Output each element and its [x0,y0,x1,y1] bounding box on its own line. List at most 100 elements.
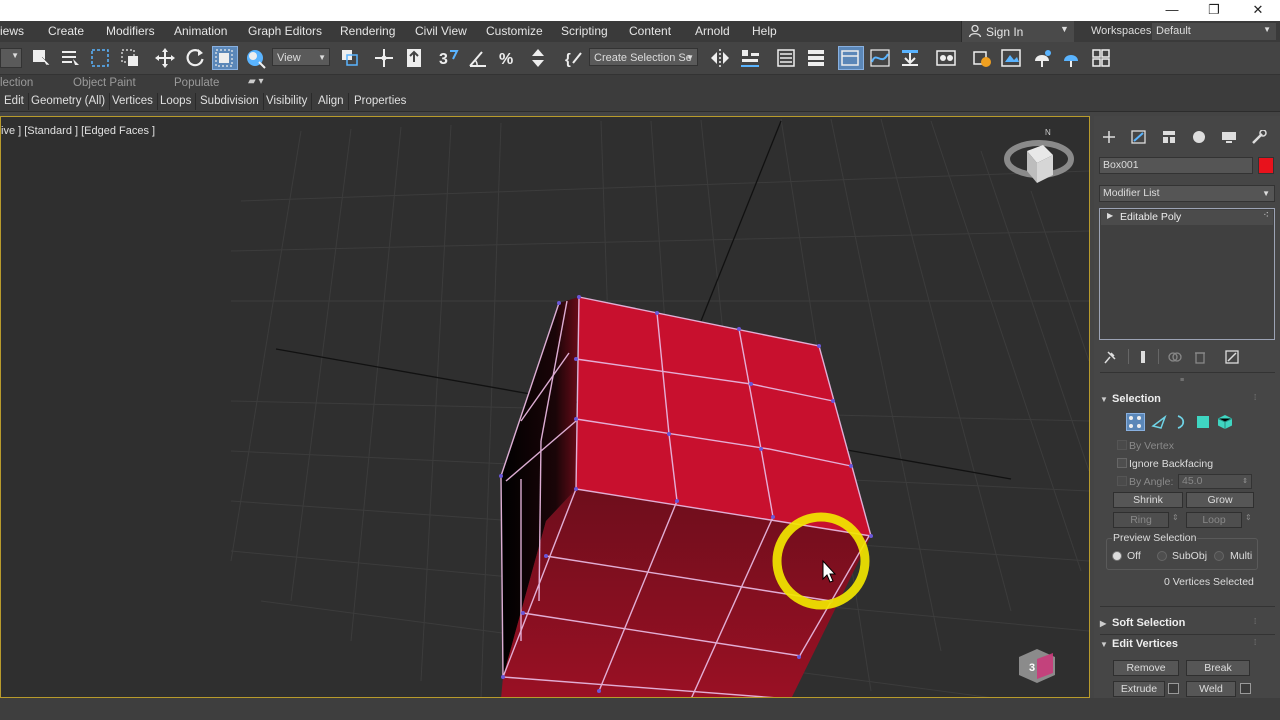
viewcube-icon[interactable]: N [1004,128,1074,183]
select-and-scale-button[interactable] [212,46,238,70]
angle-snap-icon[interactable] [467,47,489,69]
stack-item-editable-poly[interactable]: ▶ Editable Poly ⁖ [1101,210,1273,225]
ring-button[interactable]: Ring [1113,512,1169,528]
pin-options-icon[interactable]: ⁖ [1263,210,1269,221]
by-angle-checkbox[interactable] [1117,476,1127,486]
preview-multi-radio[interactable] [1214,551,1224,561]
menu-create[interactable]: Create [48,24,84,38]
spinner-snap-icon[interactable] [527,47,549,69]
weld-button[interactable]: Weld [1186,681,1236,697]
window-crossing-icon[interactable] [119,47,141,69]
edit-vertices-rollout-header[interactable]: ▼ Edit Vertices [1100,638,1178,650]
pin-stack-icon[interactable] [1102,350,1118,364]
menu-modifiers[interactable]: Modifiers [106,24,155,38]
box001-object[interactable] [499,295,873,698]
render-in-cloud-icon[interactable] [1060,47,1082,69]
extrude-button[interactable]: Extrude [1113,681,1165,697]
remove-modifier-icon[interactable] [1193,350,1207,364]
a360-gallery-icon[interactable] [1090,47,1112,69]
menu-civil-view[interactable]: Civil View [415,24,467,38]
toggle-layer-explorer-icon[interactable] [805,47,827,69]
loop-button[interactable]: Loop [1186,512,1242,528]
ribbon-geometry-all[interactable]: Geometry (All) [27,93,111,110]
ignore-backfacing-checkbox[interactable] [1117,458,1127,468]
selection-rollout-header[interactable]: ▼ Selection [1100,393,1161,405]
preview-subobj-radio[interactable] [1157,551,1167,561]
reference-coordinate-dropdown[interactable]: View ▼ [272,48,330,66]
align-icon[interactable] [739,47,761,69]
ribbon-tab-object-paint[interactable]: Object Paint [73,77,136,89]
create-tab-icon[interactable] [1100,130,1118,144]
object-color-swatch[interactable] [1258,157,1274,174]
maximize-button[interactable]: ❐ [1192,0,1236,21]
schematic-view-icon[interactable] [899,47,921,69]
ribbon-tab-selection[interactable]: lection [0,77,33,89]
modify-tab-icon[interactable] [1130,130,1148,144]
ribbon-visibility[interactable]: Visibility [262,93,313,110]
display-tab-icon[interactable] [1220,130,1238,144]
pivot-center-icon[interactable] [339,47,361,69]
menu-customize[interactable]: Customize [486,24,543,38]
utilities-tab-icon[interactable] [1250,130,1268,144]
ribbon-properties[interactable]: Properties [350,93,410,110]
edge-mode-icon[interactable] [1151,414,1167,430]
ring-spinner-icon[interactable]: ⇕ [1172,513,1179,522]
show-end-result-icon[interactable] [1136,350,1150,364]
close-button[interactable]: ✕ [1236,0,1280,21]
ribbon-loops[interactable]: Loops [156,93,197,110]
extrude-settings-icon[interactable] [1168,683,1179,694]
preview-off-radio[interactable] [1112,551,1122,561]
expand-arrow-icon[interactable]: ▶ [1107,211,1113,220]
rotate-icon[interactable] [184,47,206,69]
snaps-toggle-icon[interactable]: 3 [437,47,459,69]
loop-spinner-icon[interactable]: ⇕ [1245,513,1252,522]
render-production-icon[interactable] [1031,47,1053,69]
shrink-button[interactable]: Shrink [1113,492,1183,508]
by-vertex-checkbox[interactable] [1117,440,1127,450]
keyboard-shortcut-override-icon[interactable] [403,47,425,69]
curve-editor-icon[interactable] [869,47,891,69]
spinner-arrows-icon[interactable]: ⇕ [1242,475,1248,488]
material-editor-icon[interactable] [935,47,957,69]
menu-graph-editors[interactable]: Graph Editors [248,24,322,38]
element-mode-icon[interactable] [1217,414,1233,430]
weld-settings-icon[interactable] [1240,683,1251,694]
ribbon-align[interactable]: Align [314,93,349,110]
grow-button[interactable]: Grow [1186,492,1254,508]
rendered-frame-window-icon[interactable] [1000,47,1022,69]
selection-filter-dropdown[interactable]: ▼ [0,48,22,68]
motion-tab-icon[interactable] [1190,130,1208,144]
perspective-viewport[interactable]: ive ] [Standard ] [Edged Faces ] N 3 [0,116,1090,698]
remove-button[interactable]: Remove [1113,660,1179,676]
ribbon-edit[interactable]: Edit [0,93,29,110]
ribbon-vertices[interactable]: Vertices [108,93,158,110]
make-unique-icon[interactable] [1168,350,1182,364]
vertex-mode-button[interactable] [1126,413,1145,431]
workspaces-dropdown[interactable]: Default ▼ [1152,23,1276,40]
menu-rendering[interactable]: Rendering [340,24,395,38]
placement-icon[interactable] [244,47,266,69]
ribbon-options-icon[interactable]: ▰ ▾ [248,76,264,87]
hierarchy-tab-icon[interactable] [1160,130,1178,144]
modifier-list-dropdown[interactable]: Modifier List ▼ [1099,185,1275,202]
border-mode-icon[interactable] [1173,414,1189,430]
break-button[interactable]: Break [1186,660,1250,676]
minimize-button[interactable]: — [1150,0,1194,21]
toggle-scene-explorer-icon[interactable] [775,47,797,69]
percent-snap-icon[interactable]: % [497,47,519,69]
menu-arnold[interactable]: Arnold [695,24,730,38]
select-manipulate-icon[interactable] [373,47,395,69]
render-setup-icon[interactable] [971,47,993,69]
menu-animation[interactable]: Animation [174,24,227,38]
menu-scripting[interactable]: Scripting [561,24,608,38]
soft-selection-rollout-header[interactable]: ▶ Soft Selection [1100,617,1185,629]
panel-grip-icon[interactable]: ≡ [1180,377,1184,384]
configure-modifier-sets-icon[interactable] [1225,350,1239,364]
rectangular-selection-icon[interactable] [89,47,111,69]
by-angle-spinner[interactable]: 45.0 ⇕ [1178,474,1252,489]
ribbon-subdivision[interactable]: Subdivision [196,93,264,110]
move-icon[interactable] [154,47,176,69]
select-by-name-icon[interactable] [59,47,81,69]
polygon-mode-icon[interactable] [1195,414,1211,430]
named-selection-set-dropdown[interactable]: Create Selection Se ▼ [589,48,698,66]
